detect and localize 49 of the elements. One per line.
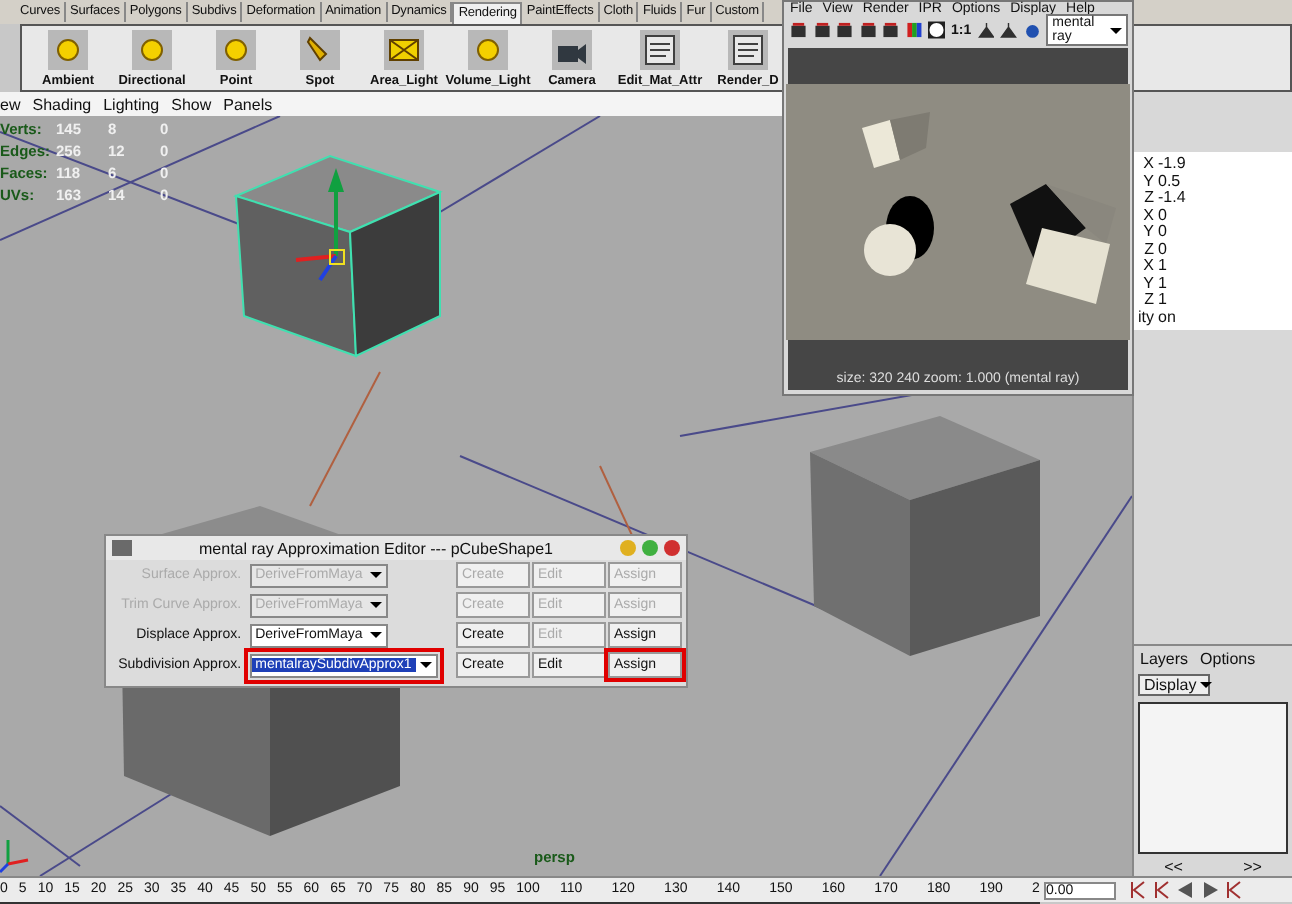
scroll-button[interactable]: <<	[1164, 858, 1183, 876]
scroll-button[interactable]: >>	[1243, 858, 1262, 876]
clapperboard-icon[interactable]	[836, 18, 853, 42]
dropdown-arrow-icon	[370, 572, 383, 578]
skip-start-icon[interactable]	[1128, 880, 1148, 900]
dropdown-arrow-icon	[370, 602, 383, 608]
clapperboard-icon[interactable]	[859, 18, 876, 42]
channel-label: X	[1141, 207, 1156, 224]
rgb-icon[interactable]	[905, 18, 922, 42]
dropdown-arrow-icon	[1200, 682, 1213, 688]
channel-label: Z	[1142, 241, 1156, 258]
channel-label: X	[1141, 258, 1156, 275]
dropdown-arrow-icon	[370, 632, 383, 638]
channel-label: X	[1141, 156, 1156, 173]
area-light-icon	[384, 29, 424, 69]
dropdown-arrow-icon	[419, 662, 432, 668]
channel-label: Y	[1141, 224, 1156, 241]
close-button[interactable]	[664, 540, 680, 556]
viewport-menu-item[interactable]: Lighting	[103, 95, 160, 113]
window-icon	[728, 29, 768, 69]
window-icon	[640, 29, 680, 69]
move-manipulator-icon	[295, 168, 345, 282]
window-title: mental ray Approximation Editor --- pCubeShape1	[197, 539, 555, 557]
channel-label: Z	[1142, 292, 1156, 309]
camera-icon	[552, 29, 592, 69]
clapperboard-icon[interactable]	[882, 18, 899, 42]
app-icon	[112, 540, 132, 556]
play-icon[interactable]	[1200, 880, 1220, 900]
play-back-icon[interactable]	[1176, 880, 1196, 900]
edge-line	[309, 371, 381, 507]
viewport-menu-item[interactable]: ew	[0, 95, 21, 113]
viewport-menu-item[interactable]: Shading	[32, 95, 92, 113]
sun-icon	[48, 29, 88, 69]
step-back-icon[interactable]	[1152, 880, 1172, 900]
layers-menu-item[interactable]: Options	[1200, 650, 1256, 668]
channel-label: Y	[1141, 275, 1156, 292]
axis-gizmo-icon	[0, 840, 29, 874]
circle-icon[interactable]	[928, 18, 945, 42]
viewport-menu-item[interactable]: Show	[171, 95, 212, 113]
clapperboard-icon[interactable]	[813, 18, 830, 42]
layers-menu-item[interactable]: Layers	[1140, 650, 1189, 668]
channel-label: ity	[1136, 309, 1156, 326]
channel-label: Y	[1141, 173, 1156, 190]
channel-label: Z	[1142, 190, 1156, 207]
spotlight-icon	[300, 29, 340, 69]
display-dropdown[interactable]: Display	[1138, 674, 1210, 696]
viewport-menu-item[interactable]: Panels	[223, 95, 273, 113]
dropdown-arrow-icon	[1110, 27, 1122, 33]
clapperboard-icon[interactable]	[790, 18, 807, 42]
